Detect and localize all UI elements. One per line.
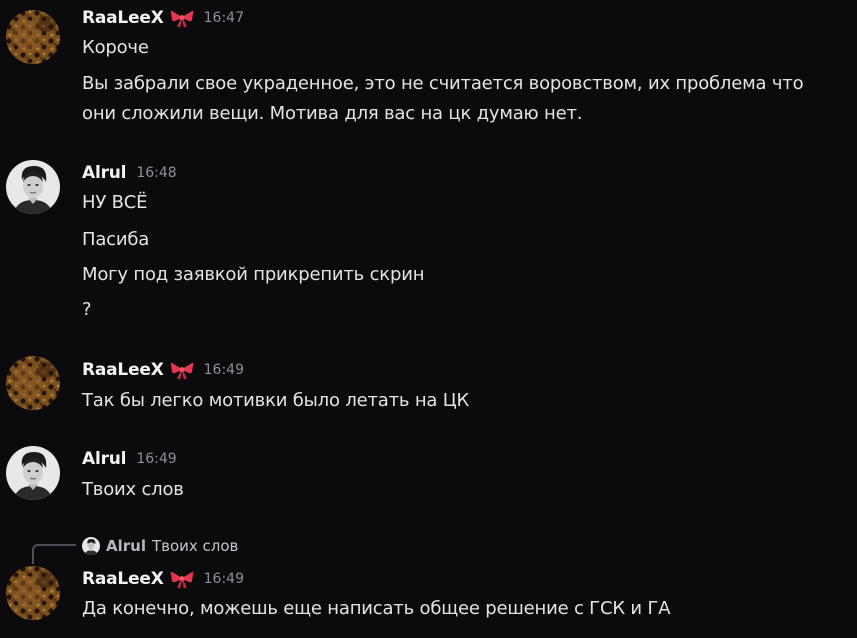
- reply-avatar: [82, 537, 100, 555]
- username[interactable]: RaaLeeX: [82, 8, 164, 28]
- timestamp[interactable]: 16:47: [204, 10, 244, 26]
- username[interactable]: Alrul: [82, 449, 127, 469]
- portrait-avatar-icon: [82, 537, 100, 555]
- message-header: RaaLeeX 16:49: [82, 567, 244, 591]
- chat-message-list: RaaLeeX 16:47 Короче Вы забрали свое укр…: [0, 0, 857, 638]
- username[interactable]: RaaLeeX: [82, 569, 164, 589]
- leopard-avatar-icon: [6, 566, 60, 620]
- message-text: Пасиба: [82, 229, 150, 250]
- timestamp[interactable]: 16:49: [204, 571, 244, 587]
- reply-preview[interactable]: Alrul Твоих слов: [82, 535, 238, 557]
- message-header: RaaLeeX 16:49: [82, 358, 244, 382]
- message-text: Вы забрали свое украденное, это не счита…: [82, 73, 804, 94]
- avatar[interactable]: [6, 10, 60, 64]
- message-text: Да конечно, можешь еще написать общее ре…: [82, 598, 671, 619]
- ribbon-bow-icon: [170, 360, 194, 380]
- avatar[interactable]: [6, 160, 60, 214]
- ribbon-bow-icon: [170, 569, 194, 589]
- message-text: Короче: [82, 37, 149, 58]
- username[interactable]: RaaLeeX: [82, 360, 164, 380]
- message-header: Alrul 16:49: [82, 447, 177, 471]
- timestamp[interactable]: 16:49: [136, 451, 176, 467]
- leopard-avatar-icon: [6, 10, 60, 64]
- avatar[interactable]: [6, 356, 60, 410]
- portrait-avatar-icon: [6, 160, 60, 214]
- message-text: НУ ВСЁ: [82, 192, 148, 213]
- message-header: RaaLeeX 16:47: [82, 6, 244, 30]
- leopard-avatar-icon: [6, 356, 60, 410]
- message-header: Alrul 16:48: [82, 161, 177, 185]
- timestamp[interactable]: 16:48: [136, 165, 176, 181]
- reply-text[interactable]: Твоих слов: [152, 537, 238, 555]
- portrait-avatar-icon: [6, 446, 60, 500]
- reply-connector: [32, 544, 76, 564]
- message-text: они сложили вещи. Мотива для вас на цк д…: [82, 103, 583, 124]
- reply-author[interactable]: Alrul: [106, 537, 146, 555]
- message-text: Так бы легко мотивки было летать на ЦК: [82, 390, 470, 411]
- username[interactable]: Alrul: [82, 163, 127, 183]
- timestamp[interactable]: 16:49: [204, 362, 244, 378]
- avatar[interactable]: [6, 566, 60, 620]
- message-text: Твоих слов: [82, 479, 184, 500]
- message-text: ?: [82, 299, 92, 320]
- ribbon-bow-icon: [170, 8, 194, 28]
- avatar[interactable]: [6, 446, 60, 500]
- message-text: Могу под заявкой прикрепить скрин: [82, 264, 425, 285]
